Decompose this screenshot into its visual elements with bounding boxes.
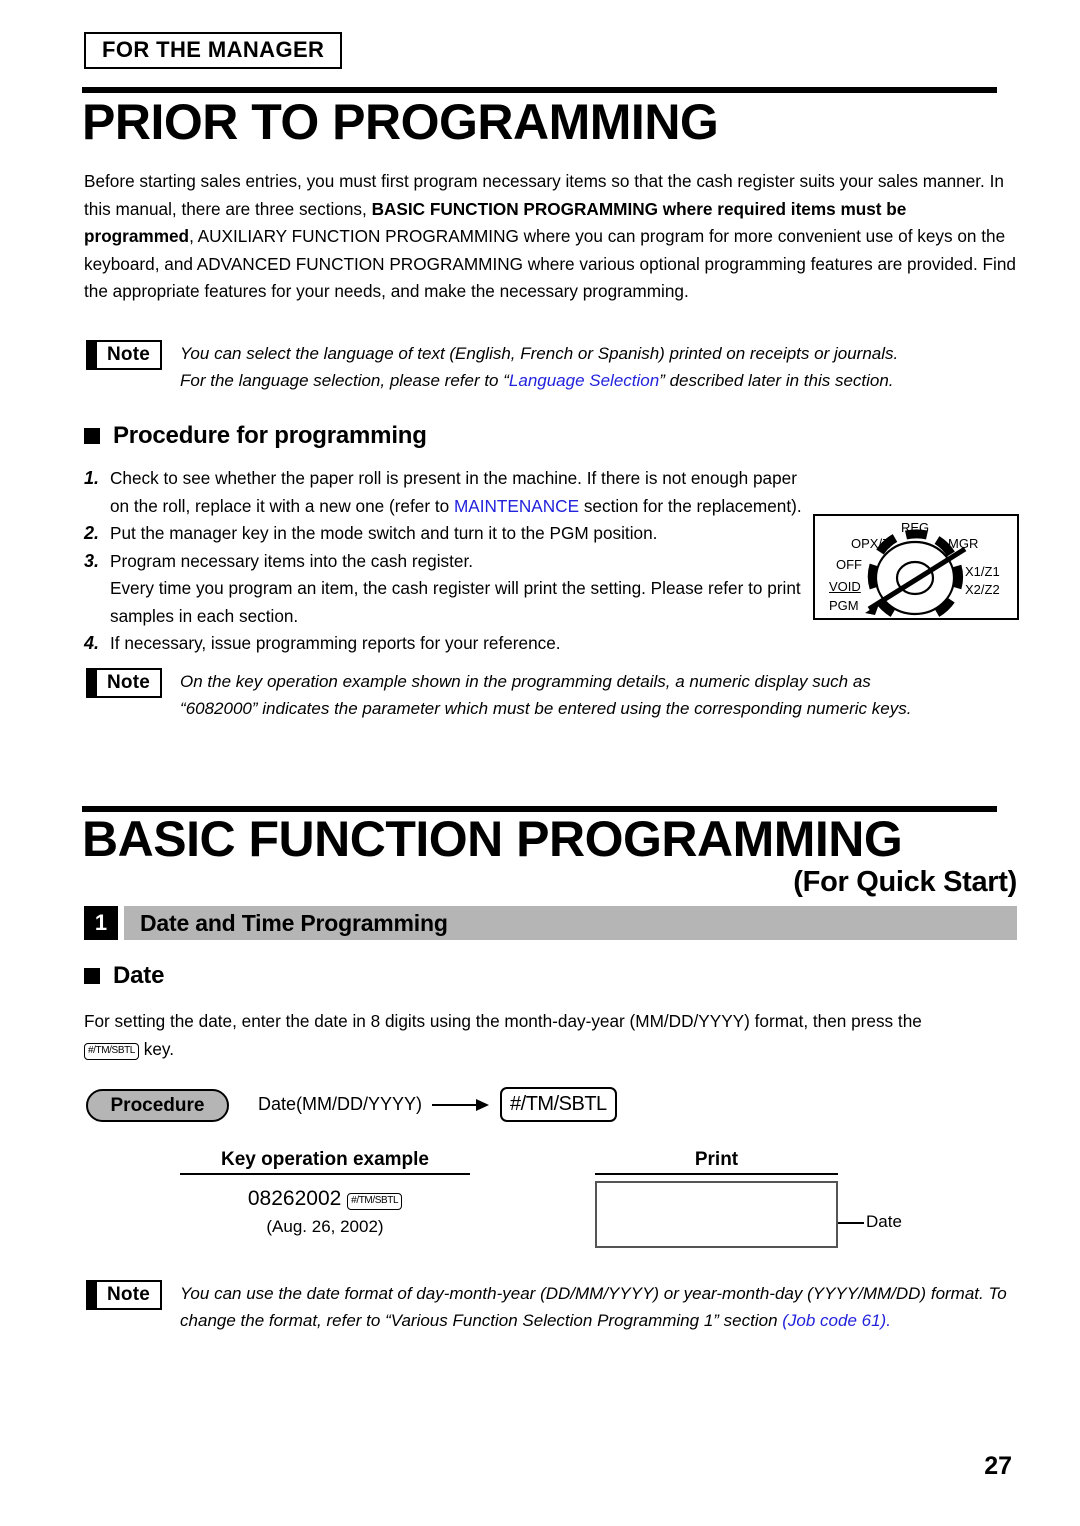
key-example-digits: 08262002: [247, 1187, 342, 1210]
job-code-61-link[interactable]: (Job code 61).: [782, 1311, 891, 1330]
step-text-3: Program necessary items into the cash re…: [110, 550, 474, 571]
arrow-right-icon: [432, 1098, 490, 1111]
section-number-badge: 1: [84, 906, 118, 940]
chapter-title-basic-function: BASIC FUNCTION PROGRAMMING: [82, 811, 903, 867]
note3-line1: You can use the date format of day-month…: [180, 1284, 927, 1303]
list-item: 1. Check to see whether the paper roll i…: [84, 465, 804, 520]
date-intro-pre: For setting the date, enter the date in …: [84, 1011, 922, 1031]
list-item: 4. If necessary, issue programming repor…: [84, 630, 804, 658]
note-badge: Note: [86, 668, 163, 698]
print-sample-box: [595, 1181, 838, 1248]
arrow-head: [476, 1098, 490, 1111]
list-item: 2. Put the manager key in the mode switc…: [84, 520, 804, 548]
note-badge-label: Note: [97, 1282, 161, 1308]
key-example-entry-line: 08262002 #/TM/SBTL: [180, 1185, 470, 1213]
step-number-4: 4.: [84, 633, 100, 653]
procedure-flow-row: Date(MM/DD/YYYY) #/TM/SBTL: [258, 1087, 617, 1122]
tm-sbtl-key-inline: #/TM/SBTL: [84, 1042, 139, 1060]
date-intro-paragraph: For setting the date, enter the date in …: [84, 1008, 1019, 1063]
print-header-rule: [595, 1173, 838, 1175]
arrow-shaft: [432, 1103, 479, 1106]
mode-label-reg: REG: [901, 520, 930, 535]
step-text-2: Put the manager key in the mode switch a…: [110, 523, 658, 543]
note1-line2-pre: For the language selection, please refer…: [180, 371, 509, 390]
key-operation-example-content: 08262002 #/TM/SBTL (Aug. 26, 2002): [180, 1185, 470, 1241]
for-the-manager-tag: FOR THE MANAGER: [84, 32, 343, 69]
bullet-square-icon: [84, 968, 100, 984]
step-3-continuation: Every time you program an item, the cash…: [110, 578, 801, 626]
mode-label-void: VOID: [829, 579, 861, 594]
mode-label-x2z2: X2/Z2: [965, 582, 1000, 597]
note-badge-label: Note: [97, 342, 161, 368]
mode-switch-diagram: REG OPX/Z MGR OFF X1/Z1 VOID X2/Z2 PGM: [813, 514, 1019, 620]
date-subsection-label: Date: [113, 962, 165, 989]
note-badge-bar: [88, 670, 97, 696]
note1-line1: You can select the language of text (Eng…: [180, 344, 899, 363]
note-block-date-format: Note You can use the date format of day-…: [86, 1280, 1026, 1334]
intro-text-part2: , AUXILIARY FUNCTION PROGRAMMING where y…: [84, 226, 1016, 301]
procedure-for-programming-heading: Procedure for programming: [84, 422, 427, 450]
mode-label-x1z1: X1/Z1: [965, 564, 1000, 579]
mode-label-off: OFF: [836, 557, 862, 572]
page-title: PRIOR TO PROGRAMMING: [82, 94, 719, 150]
step-number-1: 1.: [84, 468, 100, 488]
procedure-heading-label: Procedure for programming: [113, 422, 427, 449]
intro-paragraph: Before starting sales entries, you must …: [84, 168, 1019, 306]
step-number-3: 3.: [84, 550, 100, 571]
print-callout-label: Date: [866, 1212, 902, 1231]
maintenance-link[interactable]: MAINTENANCE: [454, 496, 579, 516]
mode-label-pgm: PGM: [829, 598, 859, 613]
mode-label-opxz: OPX/Z: [851, 536, 891, 551]
date-intro-post: key.: [138, 1038, 174, 1059]
note-badge: Note: [86, 340, 163, 370]
note-badge-bar: [88, 342, 97, 368]
note2-line2: “6082000” indicates the parameter which …: [180, 699, 912, 718]
procedure-pill: Procedure: [86, 1089, 229, 1122]
note-badge-label: Note: [97, 670, 161, 696]
bullet-square-icon: [84, 428, 100, 444]
list-item: 3. Program necessary items into the cash…: [84, 548, 804, 576]
note-text-numeric-display: On the key operation example shown in th…: [180, 668, 911, 722]
page-number: 27: [984, 1452, 1012, 1480]
procedure-flow-input-label: Date(MM/DD/YYYY): [258, 1094, 423, 1114]
date-subsection-heading: Date: [84, 962, 164, 990]
chapter-rule-top: [82, 87, 997, 93]
language-selection-link[interactable]: Language Selection: [509, 371, 659, 390]
tm-sbtl-key-large: #/TM/SBTL: [500, 1087, 617, 1122]
note-text-language: You can select the language of text (Eng…: [180, 340, 898, 394]
section-header-bar: 1 Date and Time Programming: [84, 906, 1017, 940]
note-block-numeric-display: Note On the key operation example shown …: [86, 668, 1026, 722]
mode-label-mgr: MGR: [948, 536, 979, 551]
note2-line1: On the key operation example shown in th…: [180, 672, 871, 691]
print-header: Print: [694, 1149, 739, 1170]
note-badge: Note: [86, 1280, 163, 1310]
step1-post: section for the replacement).: [579, 495, 802, 516]
section-title-label: Date and Time Programming: [124, 906, 1017, 940]
key-operation-example-header: Key operation example: [220, 1149, 430, 1170]
chapter-subtitle-quick-start: (For Quick Start): [793, 866, 1017, 898]
step-text-4: If necessary, issue programming reports …: [110, 633, 561, 653]
step-text-1: Check to see whether the paper roll is p…: [110, 465, 804, 520]
note1-line2-post: ” described later in this section.: [659, 371, 894, 390]
tm-sbtl-key-example: #/TM/SBTL: [347, 1193, 403, 1210]
note-text-date-format: You can use the date format of day-month…: [180, 1280, 1025, 1334]
procedure-steps-list: 1. Check to see whether the paper roll i…: [84, 465, 804, 658]
print-callout-leader-line: [838, 1222, 864, 1224]
document-page: FOR THE MANAGER PRIOR TO PROGRAMMING Bef…: [0, 0, 1080, 1526]
key-operation-header-rule: [180, 1173, 470, 1175]
key-example-date-note: (Aug. 26, 2002): [266, 1217, 384, 1236]
note-block-language: Note You can select the language of text…: [86, 340, 1026, 394]
note-badge-bar: [88, 1282, 97, 1308]
step-number-2: 2.: [84, 523, 100, 543]
